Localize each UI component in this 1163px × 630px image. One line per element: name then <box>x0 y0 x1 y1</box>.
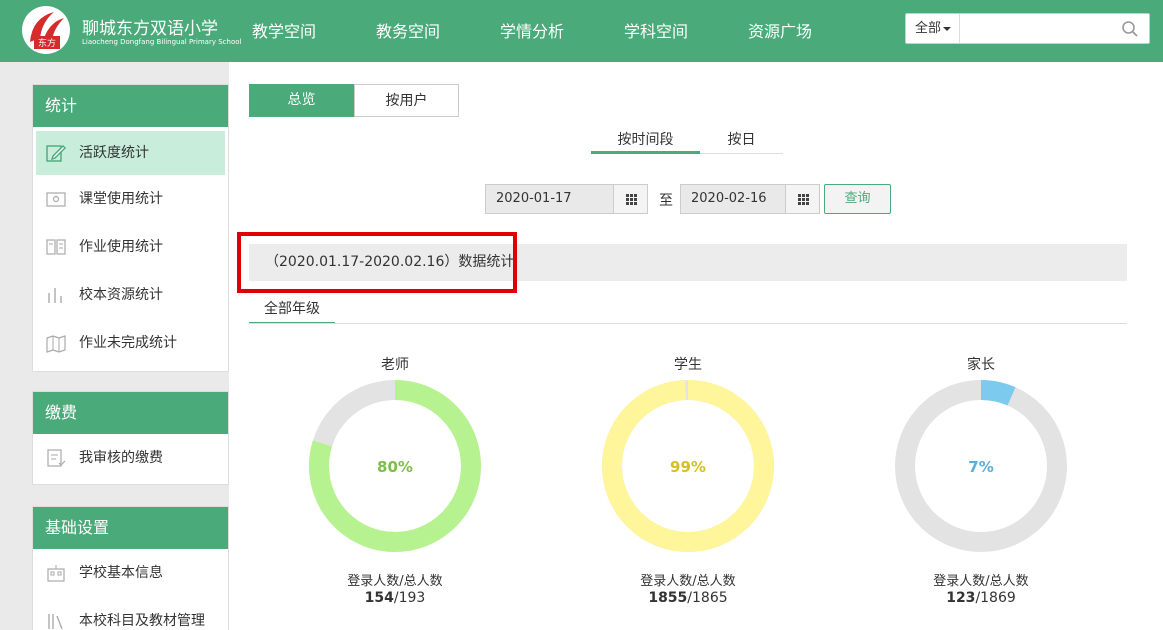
highlight-frame <box>237 232 517 293</box>
start-date-field[interactable]: 2020-01-17 <box>485 184 648 214</box>
calendar-grid-icon <box>798 194 809 205</box>
subtab-by-period[interactable]: 按时间段 <box>591 129 700 154</box>
homework-book-icon <box>46 239 66 255</box>
sidebar-item-unfinished-homework-stats[interactable]: 作业未完成统计 <box>33 319 228 367</box>
sidebar-section-title: 缴费 <box>33 392 228 434</box>
search-input[interactable] <box>961 14 1111 43</box>
donut-chart: 80% <box>309 380 481 552</box>
tab-overview[interactable]: 总览 <box>249 84 354 117</box>
end-date-value: 2020-02-16 <box>691 191 767 206</box>
sidebar-item-label: 作业使用统计 <box>79 239 163 255</box>
logged-in-count: 1855 <box>648 590 688 606</box>
nav-academic-affairs-space[interactable]: 教务空间 <box>376 18 440 42</box>
logged-in-count: 123 <box>946 590 976 606</box>
donut-chart: 99% <box>602 380 774 552</box>
nav-resource-plaza[interactable]: 资源广场 <box>748 18 812 42</box>
tab-by-user[interactable]: 按用户 <box>354 84 459 117</box>
calendar-button[interactable] <box>785 185 819 213</box>
tab-all-grades[interactable]: 全部年级 <box>249 298 335 324</box>
search-box: 全部 <box>905 13 1150 44</box>
end-date-field[interactable]: 2020-02-16 <box>680 184 820 214</box>
search-icon[interactable] <box>1121 20 1139 38</box>
sidebar-item-label: 活跃度统计 <box>79 145 149 161</box>
percent-label: 7% <box>968 458 993 476</box>
logo-text: 东方 <box>38 37 56 49</box>
map-book-icon <box>46 335 66 353</box>
sidebar-item-my-reviewed-payments[interactable]: 我审核的缴费 <box>33 434 228 482</box>
calendar-grid-icon <box>626 194 637 205</box>
sidebar-section-title: 基础设置 <box>33 507 228 549</box>
search-scope-select[interactable]: 全部 <box>906 14 960 43</box>
classroom-icon <box>46 192 66 207</box>
total-count: /1865 <box>687 590 728 606</box>
start-date-value: 2020-01-17 <box>496 191 572 206</box>
books-icon <box>48 614 63 630</box>
top-header: 东方 聊城东方双语小学 Liaocheng Dongfang Bilingual… <box>0 0 1163 62</box>
sidebar-section-title: 统计 <box>33 85 228 127</box>
sidebar-item-classroom-stats[interactable]: 课堂使用统计 <box>33 175 228 223</box>
sidebar-item-school-info[interactable]: 学校基本信息 <box>33 549 228 597</box>
chart-caption: 登录人数/总人数 <box>347 574 443 589</box>
school-name-en: Liaocheng Dongfang Bilingual Primary Sch… <box>82 38 242 46</box>
school-name: 聊城东方双语小学 <box>82 19 218 39</box>
subtab-by-day[interactable]: 按日 <box>700 129 783 154</box>
edit-icon <box>46 145 66 162</box>
chart-caption: 登录人数/总人数 <box>640 574 736 589</box>
chart-title: 老师 <box>381 357 409 373</box>
document-check-icon <box>47 449 66 467</box>
sidebar-item-subject-textbook-management[interactable]: 本校科目及教材管理 <box>33 597 228 630</box>
sidebar-section-statistics: 统计 活跃度统计 课堂使用统计 作业使用统计 校本资源统计 作业未完成统计 <box>32 84 229 372</box>
sidebar-item-activity-stats[interactable]: 活跃度统计 <box>36 131 225 175</box>
nav-learning-analysis[interactable]: 学情分析 <box>500 18 564 42</box>
sidebar-item-label: 学校基本信息 <box>79 565 163 581</box>
school-building-icon <box>47 565 65 582</box>
school-logo: 东方 <box>22 6 70 54</box>
donut-chart: 7% <box>895 380 1067 552</box>
chart-caption: 登录人数/总人数 <box>933 574 1029 589</box>
sidebar-section-payment: 缴费 我审核的缴费 <box>32 391 229 485</box>
main-content: 总览 按用户 按时间段 按日 2020-01-17 至 2020-02-16 查… <box>229 62 1163 630</box>
query-button[interactable]: 查询 <box>824 184 891 214</box>
nav-subject-space[interactable]: 学科空间 <box>624 18 688 42</box>
sidebar-section-basic-settings: 基础设置 学校基本信息 本校科目及教材管理 <box>32 506 229 630</box>
logged-in-count: 154 <box>364 590 394 606</box>
chart-title: 学生 <box>674 357 702 373</box>
sidebar-item-label: 我审核的缴费 <box>79 450 163 466</box>
sidebar-item-label: 校本资源统计 <box>79 287 163 303</box>
percent-label: 80% <box>377 458 413 476</box>
bar-chart-icon <box>48 288 62 303</box>
chart-counts: 1855/1865 <box>598 590 778 606</box>
chevron-down-icon <box>943 26 952 31</box>
sidebar-item-label: 课堂使用统计 <box>79 191 163 207</box>
percent-label: 99% <box>670 458 706 476</box>
chart-title: 家长 <box>967 357 995 373</box>
date-range-separator: 至 <box>659 193 673 209</box>
total-count: /1869 <box>975 590 1016 606</box>
total-count: /193 <box>393 590 426 606</box>
divider <box>249 323 1127 324</box>
chart-counts: 123/1869 <box>891 590 1071 606</box>
sidebar-item-label: 本校科目及教材管理 <box>79 613 205 629</box>
chart-counts: 154/193 <box>305 590 485 606</box>
sidebar-item-resource-stats[interactable]: 校本资源统计 <box>33 271 228 319</box>
sidebar-item-homework-stats[interactable]: 作业使用统计 <box>33 223 228 271</box>
search-scope-value: 全部 <box>915 21 942 36</box>
calendar-button[interactable] <box>613 185 647 213</box>
sidebar-item-label: 作业未完成统计 <box>79 335 177 351</box>
nav-teaching-space[interactable]: 教学空间 <box>252 18 316 42</box>
